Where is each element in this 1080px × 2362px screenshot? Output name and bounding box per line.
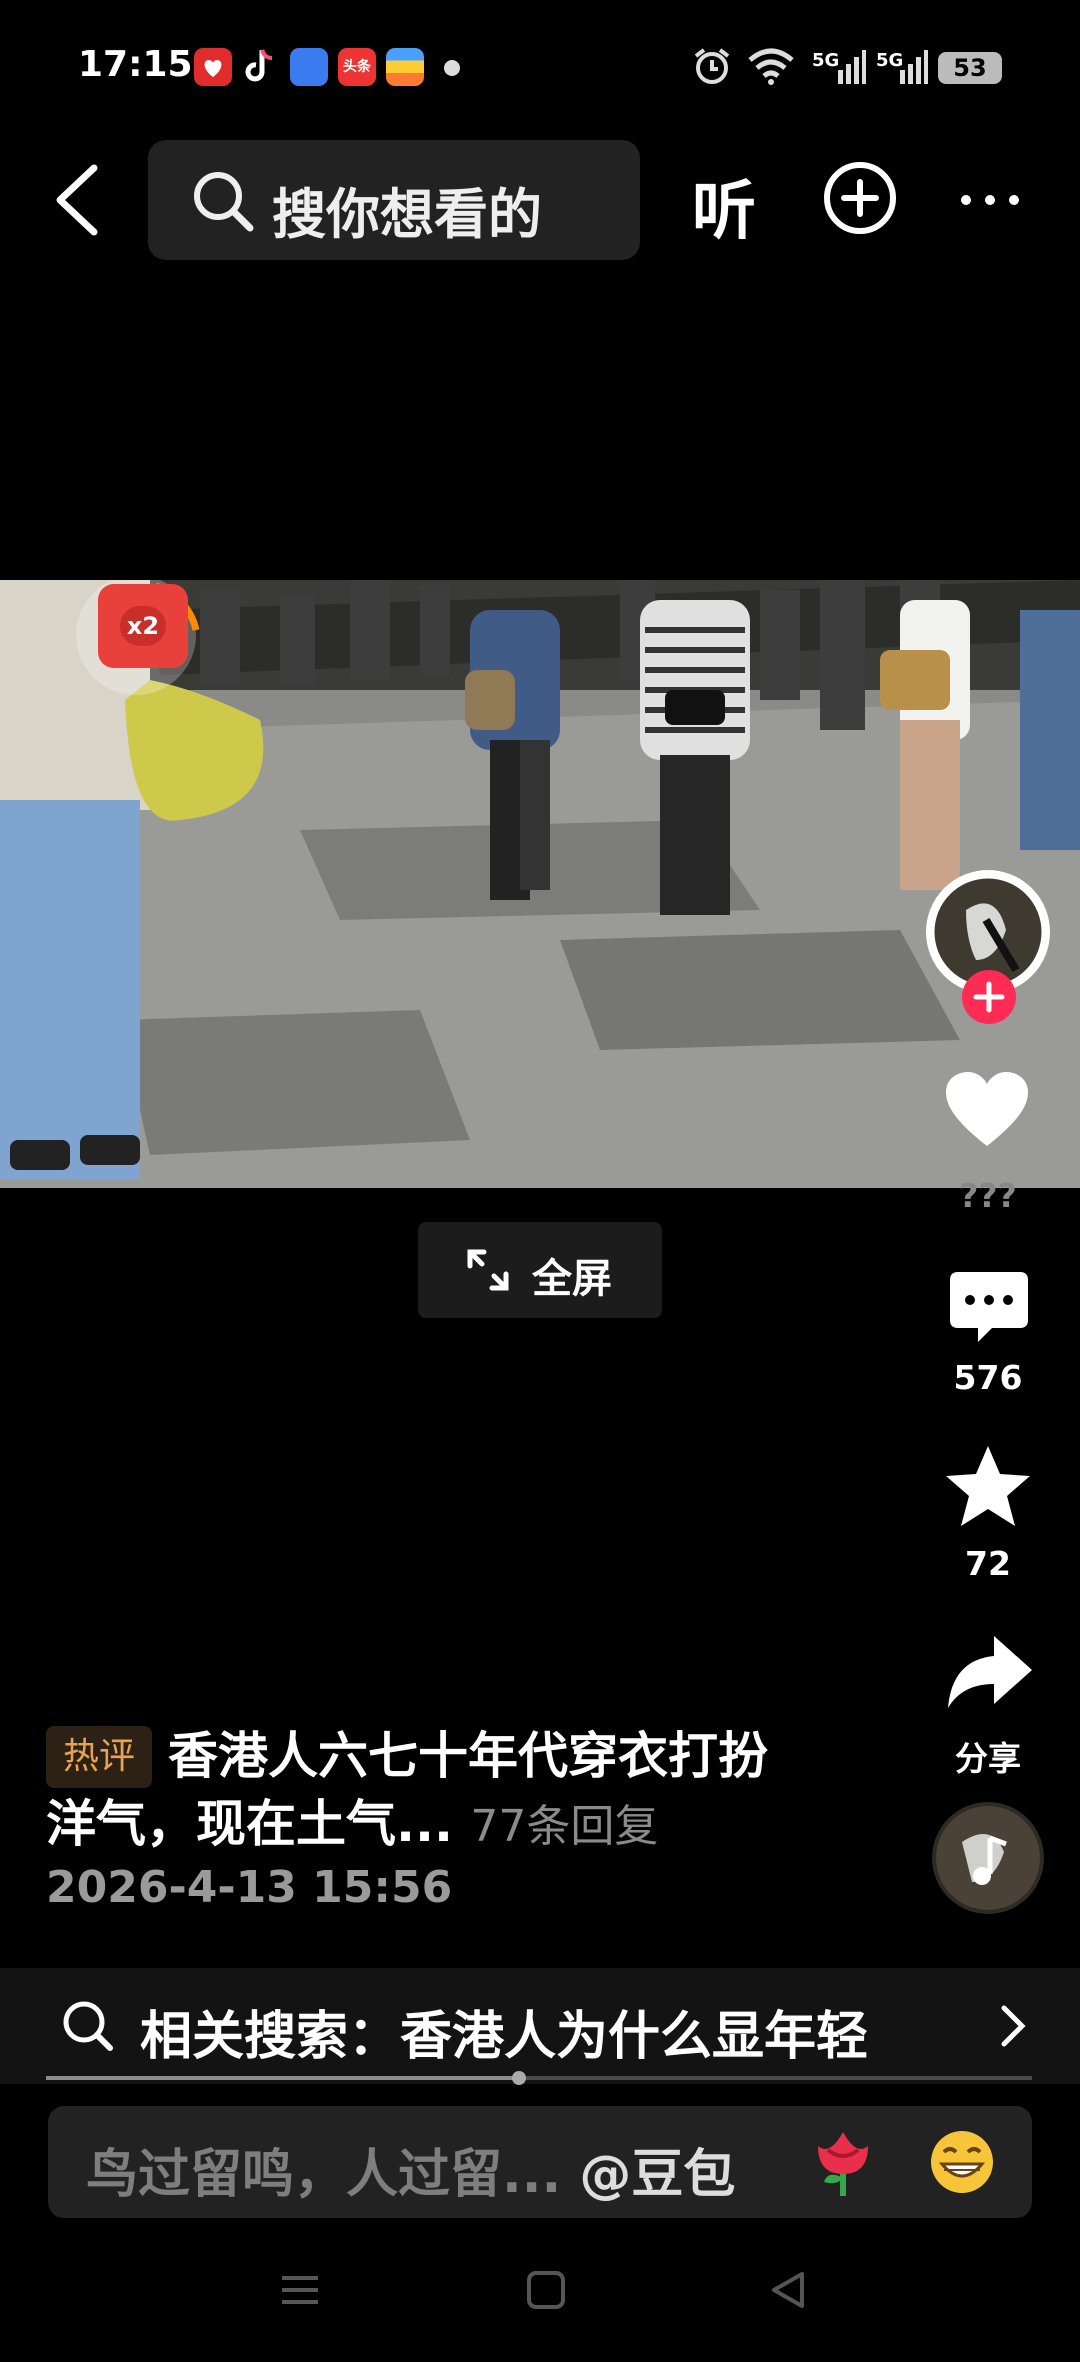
replies-link[interactable]: 77条回复: [470, 1801, 658, 1852]
status-bar: 17:15 头条 5G 5G 53: [0, 0, 1080, 130]
rose-emoji-icon[interactable]: [810, 2126, 876, 2202]
signal-icon-2: [898, 46, 928, 90]
mention-doubao[interactable]: @豆包: [579, 2145, 735, 2205]
status-time: 17:15: [78, 44, 193, 85]
battery-indicator: 53: [938, 52, 1002, 84]
listen-button[interactable]: 听: [692, 160, 756, 252]
more-notifications-dot: [444, 60, 460, 76]
home-nav-icon[interactable]: [526, 2270, 566, 2314]
wallet-app-icon: [386, 48, 424, 86]
expand-icon: [464, 1246, 512, 1298]
back-button[interactable]: [48, 160, 104, 244]
toutiao-icon: 头条: [338, 48, 376, 86]
reward-envelope-icon[interactable]: x2: [98, 584, 188, 668]
caption-line-1: 香港人六七十年代穿衣打扮: [168, 1727, 768, 1785]
post-date: 2026-4-13 15:56: [46, 1862, 453, 1913]
related-search-icon: [60, 1998, 116, 2058]
signal-icon-1: [836, 46, 866, 90]
alarm-icon: [690, 44, 734, 92]
like-count: ???: [959, 1176, 1017, 1215]
search-placeholder: 搜你想看的: [272, 183, 542, 246]
share-label: 分享: [955, 1739, 1021, 1778]
share-icon[interactable]: [944, 1632, 1034, 1716]
comment-placeholder: 鸟过留鸣，人过留... @豆包: [86, 2132, 735, 2207]
related-search-text: 相关搜索：香港人为什么显年轻: [140, 2007, 869, 2067]
video-caption[interactable]: 香港人六七十年代穿衣打扮 洋气，现在土气... 77条回复: [46, 1722, 906, 1861]
grin-emoji-icon[interactable]: [928, 2128, 996, 2200]
video-player[interactable]: x2: [0, 580, 1080, 1188]
music-disc[interactable]: [932, 1802, 1044, 1914]
favorite-count: 72: [965, 1544, 1011, 1583]
comment-icon[interactable]: [946, 1268, 1032, 1352]
chevron-right-icon: [998, 2004, 1028, 2052]
tiktok-icon: [244, 46, 278, 90]
more-icon[interactable]: [958, 190, 1022, 214]
pinduoduo-icon: [194, 48, 232, 86]
wifi-icon: [746, 46, 796, 90]
like-button[interactable]: [944, 1070, 1030, 1154]
menu-nav-icon[interactable]: [280, 2270, 320, 2314]
follow-button[interactable]: [962, 970, 1016, 1024]
comment-count: 576: [953, 1358, 1023, 1397]
video-progress-fill: [46, 2076, 520, 2080]
add-button[interactable]: [822, 160, 898, 240]
reward-multiplier: x2: [120, 606, 166, 646]
favorite-star-icon[interactable]: [944, 1444, 1032, 1532]
fullscreen-label: 全屏: [532, 1256, 612, 1302]
caption-line-2: 洋气，现在土气...: [46, 1795, 453, 1853]
search-icon: [190, 168, 256, 238]
blue-app-icon: [290, 48, 328, 86]
back-nav-icon[interactable]: [768, 2270, 808, 2314]
comment-placeholder-text: 鸟过留鸣，人过留...: [86, 2145, 562, 2205]
